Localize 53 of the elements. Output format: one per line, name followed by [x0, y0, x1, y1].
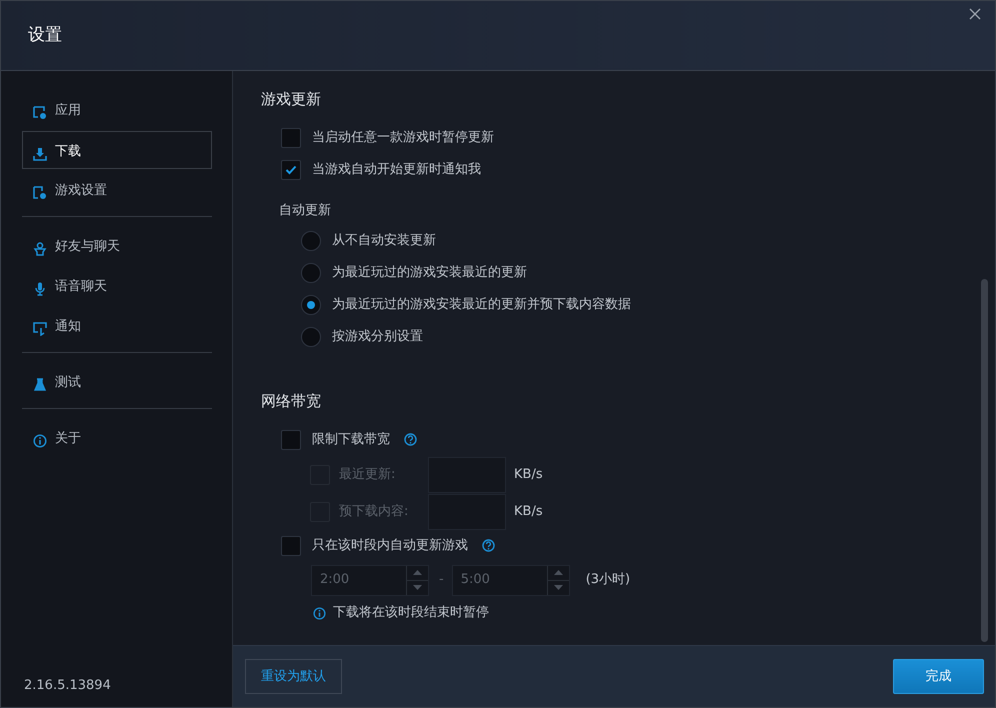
sidebar-item[interactable]: 语音聊天	[22, 266, 212, 306]
spin-up-icon[interactable]	[413, 570, 422, 575]
info-text: 下载将在该时段结束时暂停	[333, 604, 489, 622]
checkbox-label: 当游戏自动开始更新时通知我	[312, 161, 481, 180]
notification-icon	[33, 320, 47, 334]
group-label: 自动更新	[279, 203, 331, 218]
microphone-icon	[33, 280, 47, 294]
window-title: 设置	[28, 24, 62, 47]
scrollbar[interactable]	[981, 279, 988, 642]
info-icon	[313, 606, 326, 620]
reset-button[interactable]: 重设为默认	[245, 659, 342, 694]
sidebar-item[interactable]: 通知	[22, 306, 212, 346]
info-icon	[33, 432, 47, 446]
radio-label: 从不自动安装更新	[332, 232, 436, 250]
checkbox-label: 限制下载带宽	[312, 431, 390, 450]
version-label: 2.16.5.13894	[23, 676, 112, 694]
radio-button[interactable]	[301, 231, 321, 251]
spin-down-icon[interactable]	[554, 585, 563, 590]
radio-label: 为最近玩过的游戏安装最近的更新	[332, 264, 527, 282]
radio-button[interactable]	[301, 295, 321, 315]
game-settings-icon	[33, 184, 47, 198]
download-icon	[33, 145, 47, 159]
checkbox[interactable]	[281, 430, 301, 450]
sidebar-item[interactable]: 关于	[22, 418, 212, 458]
duration-label: (3小时)	[586, 571, 630, 590]
sidebar-item[interactable]: 游戏设置	[22, 170, 212, 210]
unit-label: KB/s	[514, 466, 543, 484]
spin-up-icon[interactable]	[554, 570, 563, 575]
checkbox[interactable]	[281, 536, 301, 556]
flask-icon	[33, 376, 47, 390]
section-heading: 游戏更新	[261, 89, 322, 109]
done-button[interactable]: 完成	[893, 659, 984, 694]
app-settings-icon	[33, 104, 47, 118]
field-label: 预下载内容:	[338, 502, 410, 521]
spin-down-icon[interactable]	[413, 585, 422, 590]
checkbox-label: 只在该时段内自动更新游戏	[312, 537, 468, 556]
radio-button[interactable]	[301, 327, 321, 347]
sidebar-item[interactable]: 应用	[22, 90, 212, 130]
unit-label: KB/s	[514, 502, 543, 521]
checkbox[interactable]	[281, 128, 301, 148]
radio-label: 按游戏分别设置	[332, 328, 423, 346]
field-label: 最近更新:	[338, 466, 396, 484]
sidebar-item[interactable]: 好友与聊天	[22, 226, 212, 266]
checkmark-icon	[285, 165, 297, 175]
checkbox[interactable]	[281, 160, 301, 180]
range-separator: -	[439, 571, 444, 590]
sidebar-item[interactable]: 下载	[22, 131, 212, 169]
section-heading: 网络带宽	[261, 391, 322, 411]
checkbox-label: 当启动任意一款游戏时暂停更新	[312, 129, 494, 148]
radio-button[interactable]	[301, 263, 321, 283]
radio-label: 为最近玩过的游戏安装最近的更新并预下载内容数据	[332, 296, 631, 314]
person-icon	[33, 240, 47, 254]
sidebar-item[interactable]: 测试	[22, 362, 212, 402]
